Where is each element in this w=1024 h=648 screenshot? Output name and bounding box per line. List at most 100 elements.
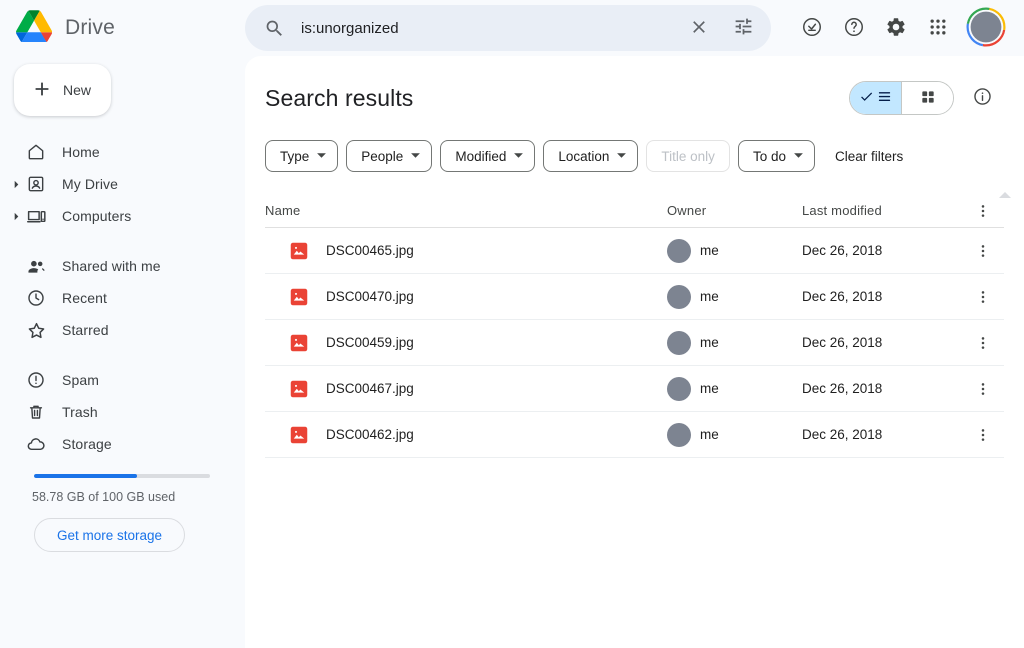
- sidebar-label: Shared with me: [62, 258, 161, 274]
- account-avatar-button[interactable]: [964, 6, 1008, 50]
- sidebar-item-spam[interactable]: Spam: [0, 364, 229, 396]
- sidebar-group-secondary: Shared with me Recent: [0, 250, 245, 350]
- list-view-button[interactable]: [850, 82, 901, 114]
- file-modified-cell: Dec 26, 2018: [802, 335, 962, 350]
- clear-filters-button[interactable]: Clear filters: [827, 143, 911, 170]
- details-info-button[interactable]: [962, 78, 1002, 118]
- owner-avatar: [667, 285, 691, 309]
- storage-progress-fill: [34, 474, 137, 478]
- row-more-options-button[interactable]: [970, 284, 996, 310]
- filter-chip-modified[interactable]: Modified: [440, 140, 535, 172]
- sidebar-nav: Home My Drive: [0, 136, 245, 464]
- sidebar-label: Spam: [62, 372, 99, 388]
- recent-clock-icon: [24, 288, 48, 308]
- new-button[interactable]: New: [14, 64, 111, 116]
- my-drive-icon: [24, 174, 48, 194]
- clear-search-button[interactable]: [679, 8, 719, 48]
- last-modified-date: Dec 26, 2018: [802, 427, 882, 442]
- file-table: Name Owner Last modified DSC00465.jp: [265, 194, 1004, 458]
- table-row[interactable]: DSC00459.jpg me Dec 26, 2018: [265, 320, 1004, 366]
- chevron-right-icon[interactable]: [8, 180, 24, 189]
- grid-view-button[interactable]: [902, 82, 953, 114]
- shared-with-me-icon: [24, 256, 48, 277]
- table-row[interactable]: DSC00465.jpg me Dec 26, 2018: [265, 228, 1004, 274]
- pending-tasks-button[interactable]: [792, 8, 832, 48]
- owner-avatar: [667, 377, 691, 401]
- sidebar-group-primary: Home My Drive: [0, 136, 245, 236]
- search-options-button[interactable]: [723, 8, 763, 48]
- sidebar-group-system: Spam Trash: [0, 364, 245, 464]
- row-actions-cell: [962, 330, 1004, 356]
- table-header-row: Name Owner Last modified: [265, 194, 1004, 228]
- sidebar-label: Home: [62, 144, 100, 160]
- filter-chip-location[interactable]: Location: [543, 140, 638, 172]
- sidebar-divider: [0, 236, 245, 250]
- help-button[interactable]: [834, 8, 874, 48]
- file-name-cell: DSC00462.jpg: [265, 426, 667, 444]
- sidebar-item-starred[interactable]: Starred: [0, 314, 229, 346]
- settings-gear-icon: [885, 16, 907, 41]
- owner-name: me: [700, 335, 719, 350]
- sidebar-item-my-drive[interactable]: My Drive: [0, 168, 229, 200]
- column-header-last-modified[interactable]: Last modified: [802, 203, 962, 218]
- file-name-cell: DSC00467.jpg: [265, 380, 667, 398]
- owner-name: me: [700, 381, 719, 396]
- sidebar-item-home[interactable]: Home: [0, 136, 229, 168]
- settings-button[interactable]: [876, 8, 916, 48]
- filter-chips: Type People Modified: [245, 118, 1024, 172]
- sidebar-divider: [0, 350, 245, 364]
- sidebar-label: My Drive: [62, 176, 118, 192]
- file-name-cell: DSC00465.jpg: [265, 242, 667, 260]
- row-actions-cell: [962, 376, 1004, 402]
- search-input[interactable]: [289, 20, 675, 37]
- sidebar-label: Computers: [62, 208, 131, 224]
- drive-brand[interactable]: Drive: [0, 10, 245, 46]
- table-row[interactable]: DSC00470.jpg me Dec 26, 2018: [265, 274, 1004, 320]
- table-row[interactable]: DSC00462.jpg me Dec 26, 2018: [265, 412, 1004, 458]
- owner-name: me: [700, 243, 719, 258]
- column-header-name[interactable]: Name: [265, 203, 667, 218]
- get-more-storage-button[interactable]: Get more storage: [34, 518, 185, 552]
- view-controls: [849, 78, 1002, 118]
- file-name: DSC00470.jpg: [326, 289, 414, 304]
- sidebar-label: Starred: [62, 322, 109, 338]
- sidebar-item-shared-with-me[interactable]: Shared with me: [0, 250, 229, 282]
- search-area: [245, 5, 792, 51]
- cloud-storage-icon: [24, 434, 48, 455]
- filter-chip-type[interactable]: Type: [265, 140, 338, 172]
- sidebar-item-storage[interactable]: Storage: [0, 428, 229, 460]
- sidebar-item-recent[interactable]: Recent: [0, 282, 229, 314]
- brand-name: Drive: [65, 16, 115, 40]
- search-bar[interactable]: [245, 5, 771, 51]
- row-more-options-button[interactable]: [970, 238, 996, 264]
- filter-chip-people[interactable]: People: [346, 140, 432, 172]
- chevron-down-icon: [316, 149, 327, 164]
- storage-section: 58.78 GB of 100 GB used Get more storage: [0, 474, 245, 552]
- chip-label: People: [361, 149, 403, 164]
- column-header-owner[interactable]: Owner: [667, 203, 802, 218]
- filter-chip-to-do[interactable]: To do: [738, 140, 815, 172]
- list-view-icon: [877, 89, 892, 107]
- sidebar: New Home: [0, 56, 245, 648]
- close-icon: [689, 17, 709, 40]
- sidebar-item-computers[interactable]: Computers: [0, 200, 229, 232]
- info-icon: [972, 86, 993, 110]
- chevron-down-icon: [793, 149, 804, 164]
- owner-name: me: [700, 427, 719, 442]
- file-name: DSC00462.jpg: [326, 427, 414, 442]
- file-owner-cell: me: [667, 285, 802, 309]
- storage-usage-text: 58.78 GB of 100 GB used: [32, 490, 229, 504]
- sidebar-item-trash[interactable]: Trash: [0, 396, 229, 428]
- row-more-options-button[interactable]: [970, 330, 996, 356]
- google-apps-button[interactable]: [918, 8, 958, 48]
- scroll-up-indicator[interactable]: [998, 186, 1012, 204]
- chevron-right-icon[interactable]: [8, 212, 24, 221]
- owner-avatar: [667, 239, 691, 263]
- home-icon: [24, 142, 48, 162]
- row-more-options-button[interactable]: [970, 422, 996, 448]
- row-more-options-button[interactable]: [970, 376, 996, 402]
- main-content: Search results: [245, 56, 1024, 648]
- table-sort-options-button[interactable]: [970, 198, 996, 224]
- table-row[interactable]: DSC00467.jpg me Dec 26, 2018: [265, 366, 1004, 412]
- file-modified-cell: Dec 26, 2018: [802, 243, 962, 258]
